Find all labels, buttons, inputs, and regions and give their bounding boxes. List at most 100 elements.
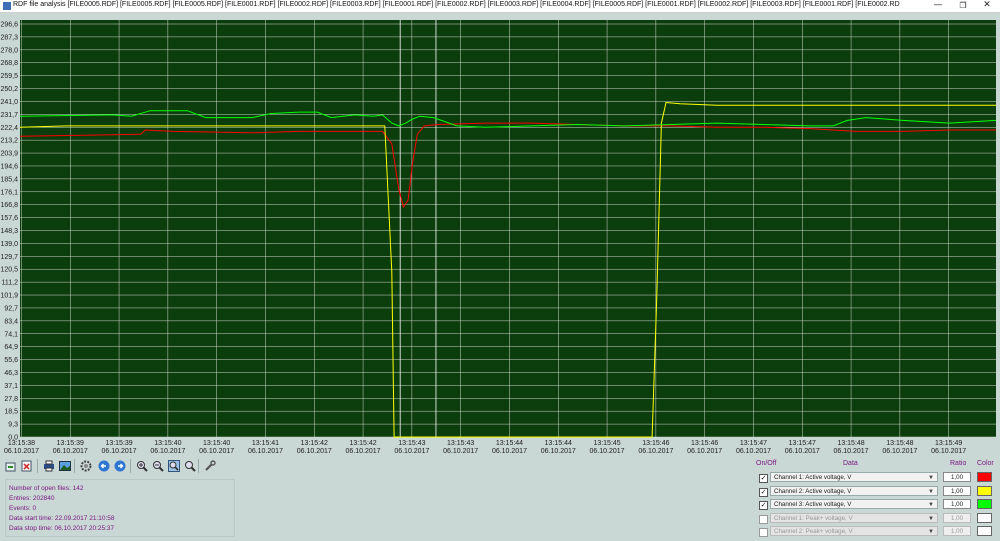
plot-background: [20, 20, 996, 437]
channel-data-label: Channel 2: Peak+ voltage, V: [774, 528, 853, 535]
x-tick-time: 13:15:47: [789, 440, 816, 447]
y-tick-label: 64,9: [4, 344, 18, 351]
channel-ratio-input[interactable]: 1,00: [943, 472, 971, 482]
arrow-right-icon: [114, 460, 126, 471]
back-button[interactable]: [97, 458, 111, 473]
y-tick-label: 250,2: [0, 86, 18, 93]
chevron-down-icon: ▼: [928, 515, 934, 522]
toolbar: [0, 457, 760, 477]
close-button[interactable]: ✕: [974, 0, 1000, 12]
channel-checkbox[interactable]: ✓: [759, 474, 768, 483]
zoom-in-icon: [137, 460, 148, 472]
y-tick-label: 213,2: [0, 138, 18, 145]
close-file-button[interactable]: [20, 458, 34, 473]
y-tick-label: 241,0: [0, 99, 18, 106]
info-entries: Entries: 202840: [9, 495, 55, 502]
channel-data-select[interactable]: Channel 1: Active voltage, V ▼: [770, 472, 938, 482]
channel-row: ✓ Channel 2: Active voltage, V ▼ 1,00: [755, 485, 1000, 498]
chevron-down-icon: ▼: [928, 529, 934, 535]
x-tick-time: 13:15:40: [203, 440, 230, 447]
zoom-reset-button[interactable]: [183, 458, 197, 473]
zoom-out-button[interactable]: [151, 458, 165, 473]
settings-button[interactable]: [79, 458, 93, 473]
toolbar-separator: [130, 459, 131, 473]
channel-checkbox[interactable]: ✓: [759, 487, 768, 497]
channel-color-swatch[interactable]: [977, 485, 992, 496]
x-tick-time: 13:15:48: [837, 440, 864, 447]
channel-data-select[interactable]: Channel 1: Peak+ voltage, V ▼: [770, 512, 938, 523]
zoom-reset-icon: [185, 460, 196, 472]
restore-button[interactable]: ❐: [950, 0, 976, 12]
channel-ratio-input[interactable]: 1,00: [943, 512, 971, 523]
y-tick-label: 157,6: [0, 215, 18, 222]
y-tick-label: 222,4: [0, 125, 18, 132]
channel-data-select[interactable]: Channel 2: Active voltage, V ▼: [770, 485, 938, 496]
channel-data-select[interactable]: Channel 3: Active voltage, V ▼: [770, 499, 938, 509]
y-tick-label: 185,4: [0, 176, 18, 183]
print-button[interactable]: [42, 458, 56, 473]
measure-button[interactable]: [203, 458, 217, 473]
wrench-icon: [205, 459, 216, 471]
y-tick-label: 139,0: [0, 241, 18, 248]
gear-icon: [80, 460, 92, 471]
y-tick-label: 55,6: [4, 357, 18, 364]
channel-data-select[interactable]: Channel 2: Peak+ voltage, V ▼: [770, 526, 938, 536]
chart-area[interactable]: 296,6 287,3 278,0 268,8 259,5 250,2 241,0 231,7…: [0, 13, 1000, 457]
header-color: Color: [977, 460, 994, 467]
y-tick-label: 27,8: [4, 396, 18, 403]
y-tick-label: 194,6: [0, 163, 18, 170]
y-tick-label: 74,1: [4, 331, 18, 338]
y-tick-label: 111,2: [2, 280, 19, 287]
channel-ratio-input[interactable]: 1,00: [943, 485, 971, 496]
open-file-icon: [5, 462, 16, 471]
zoom-area-button[interactable]: [167, 458, 181, 473]
x-tick-date: 06.10.2017: [53, 448, 88, 455]
x-tick-date: 06.10.2017: [297, 448, 332, 455]
channel-color-swatch[interactable]: [977, 472, 992, 482]
x-tick-date: 06.10.2017: [394, 448, 429, 455]
zoom-area-icon: [168, 459, 180, 472]
zoom-in-button[interactable]: [135, 458, 149, 473]
title-bar: RDF file analysis [FILE0005.RDF] [FILE00…: [0, 0, 1000, 13]
channel-ratio-input[interactable]: 1,00: [943, 526, 971, 536]
channel-row: Channel 1: Peak+ voltage, V ▼ 1,00: [755, 512, 1000, 525]
open-file-button[interactable]: [4, 458, 18, 473]
x-tick-time: 13:15:45: [593, 440, 620, 447]
y-tick-label: 129,7: [0, 254, 18, 261]
y-tick-label: 203,9: [0, 151, 18, 158]
y-tick-label: 296,6: [0, 22, 18, 29]
channel-ratio-input[interactable]: 1,00: [943, 499, 971, 509]
channel-row: ✓ Channel 3: Active voltage, V ▼ 1,00: [755, 499, 1000, 511]
x-tick-date: 06.10.2017: [736, 448, 771, 455]
channel-color-swatch[interactable]: [977, 499, 992, 509]
voltage-chart[interactable]: 296,6 287,3 278,0 268,8 259,5 250,2 241,0 231,7…: [0, 13, 1000, 457]
channel-checkbox[interactable]: ✓: [759, 501, 768, 510]
channel-data-label: Channel 1: Active voltage, V: [774, 474, 852, 481]
channel-color-swatch[interactable]: [977, 512, 992, 523]
chevron-down-icon: ▼: [928, 475, 934, 481]
header-ratio: Ratio: [950, 460, 967, 467]
x-tick-date: 06.10.2017: [638, 448, 673, 455]
channel-data-label: Channel 2: Active voltage, V: [774, 487, 852, 495]
x-tick-time: 13:15:42: [349, 440, 376, 447]
x-tick-time: 13:15:48: [886, 440, 913, 447]
minimize-button[interactable]: —: [925, 0, 951, 12]
toolbar-separator: [37, 459, 38, 473]
y-tick-label: 46,3: [4, 370, 18, 377]
y-tick-label: 83,4: [4, 318, 18, 325]
toolbar-separator: [74, 459, 75, 473]
y-tick-label: 120,5: [0, 267, 18, 274]
x-tick-date: 06.10.2017: [687, 448, 722, 455]
y-tick-label: 166,8: [0, 202, 18, 209]
export-image-button[interactable]: [58, 458, 72, 473]
y-tick-label: 92,7: [4, 305, 18, 312]
x-tick-time: 13:15:40: [154, 440, 181, 447]
channel-row: ✓ Channel 1: Active voltage, V ▼ 1,00: [755, 472, 1000, 484]
x-tick-time: 13:15:46: [642, 440, 669, 447]
channel-checkbox[interactable]: [759, 528, 768, 537]
channel-color-swatch[interactable]: [977, 526, 992, 536]
y-tick-label: 9,3: [8, 422, 18, 429]
forward-button[interactable]: [113, 458, 127, 473]
y-tick-label: 268,8: [0, 60, 18, 67]
channel-checkbox[interactable]: [759, 514, 768, 524]
